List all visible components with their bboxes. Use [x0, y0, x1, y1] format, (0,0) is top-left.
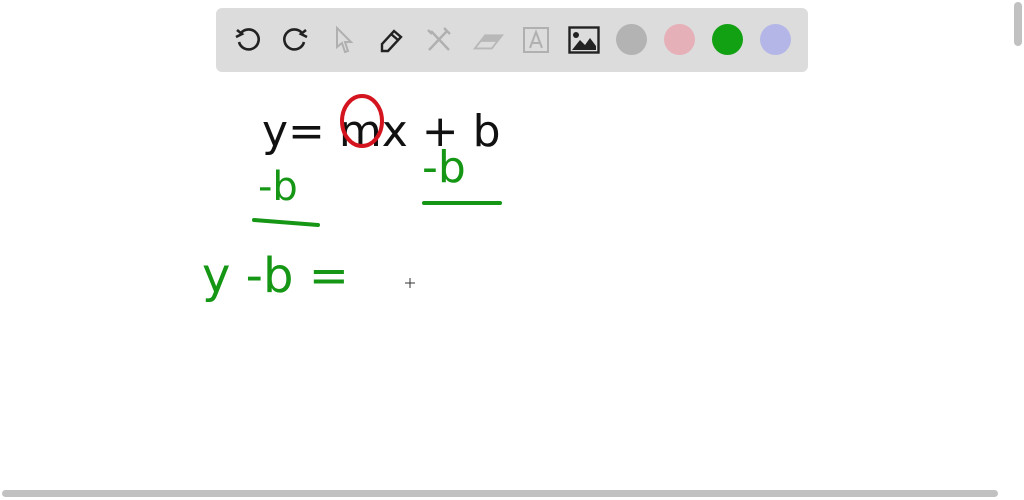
crosshair-cursor-icon	[405, 278, 415, 288]
horizontal-scrollbar[interactable]	[0, 490, 1012, 498]
horizontal-scroll-thumb[interactable]	[2, 490, 998, 497]
minus-b-left: -b	[258, 164, 298, 210]
equation-line-3: y -b =	[202, 248, 349, 304]
vertical-scrollbar[interactable]	[1014, 0, 1022, 488]
vertical-scroll-thumb[interactable]	[1014, 2, 1022, 46]
drawing-canvas[interactable]: y= mx + b -b -b y -b =	[0, 0, 1012, 488]
underline-left	[252, 218, 320, 227]
minus-b-right: -b	[422, 142, 466, 193]
